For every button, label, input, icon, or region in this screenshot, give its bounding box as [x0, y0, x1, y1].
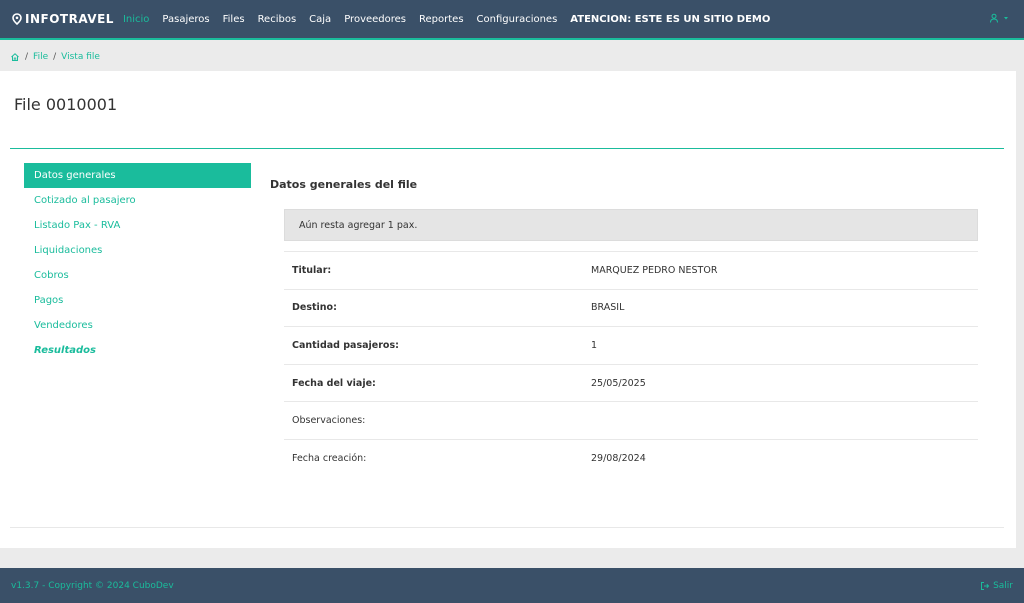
row-value-cantidad-pasajeros: 1	[591, 339, 598, 351]
breadcrumb-separator: /	[53, 51, 57, 62]
table-row: Fecha creación: 29/08/2024	[284, 440, 978, 478]
nav-item-reportes[interactable]: Reportes	[419, 14, 464, 25]
nav-item-inicio[interactable]: Inicio	[123, 14, 149, 25]
nav-item-pasajeros[interactable]: Pasajeros	[162, 14, 209, 25]
table-row: Observaciones:	[284, 402, 978, 440]
table-row: Fecha del viaje: 25/05/2025	[284, 365, 978, 403]
side-item-pagos[interactable]: Pagos	[24, 288, 251, 313]
breadcrumb-separator: /	[25, 51, 29, 62]
footer: v1.3.7 - Copyright © 2024 CuboDev Salir	[0, 568, 1024, 603]
side-item-liquidaciones[interactable]: Liquidaciones	[24, 238, 251, 263]
top-navbar: INFOTRAVEL Inicio Pasajeros Files Recibo…	[0, 0, 1024, 40]
row-label-observaciones: Observaciones:	[292, 415, 366, 427]
demo-warning: ATENCION: ESTE ES UN SITIO DEMO	[570, 13, 771, 25]
card-divider	[10, 527, 1004, 528]
logout-label: Salir	[993, 580, 1013, 591]
nav-item-proveedores[interactable]: Proveedores	[344, 14, 406, 25]
nav-item-configuraciones[interactable]: Configuraciones	[477, 14, 558, 25]
logout-button[interactable]: Salir	[980, 581, 1013, 591]
side-item-resultados[interactable]: Resultados	[24, 338, 251, 363]
title-divider	[10, 148, 1004, 149]
table-row: Titular: MARQUEZ PEDRO NESTOR	[284, 252, 978, 290]
side-item-listado-pax-rva[interactable]: Listado Pax - RVA	[24, 213, 251, 238]
brand-name: INFOTRAVEL	[25, 12, 114, 26]
side-item-cobros[interactable]: Cobros	[24, 263, 251, 288]
home-icon[interactable]	[10, 52, 20, 62]
breadcrumb-item-vista-file[interactable]: Vista file	[61, 52, 100, 62]
row-label-titular: Titular:	[292, 264, 332, 276]
row-value-fecha-viaje: 25/05/2025	[591, 377, 646, 389]
table-row: Cantidad pasajeros: 1	[284, 327, 978, 365]
row-label-fecha-viaje: Fecha del viaje:	[292, 377, 376, 389]
main-card: File 0010001 Datos generales Cotizado al…	[0, 71, 1016, 548]
side-item-datos-generales[interactable]: Datos generales	[24, 163, 251, 188]
nav-item-recibos[interactable]: Recibos	[258, 14, 297, 25]
pending-pax-alert: Aún resta agregar 1 pax.	[284, 209, 978, 241]
nav-item-caja[interactable]: Caja	[309, 14, 331, 25]
location-pin-icon	[12, 13, 22, 25]
row-value-fecha-creacion: 29/08/2024	[591, 453, 646, 465]
row-value-titular: MARQUEZ PEDRO NESTOR	[591, 264, 718, 276]
nav-item-files[interactable]: Files	[223, 14, 245, 25]
file-info-table: Titular: MARQUEZ PEDRO NESTOR Destino: B…	[284, 251, 978, 478]
table-row: Destino: BRASIL	[284, 290, 978, 328]
side-item-vendedores[interactable]: Vendedores	[24, 313, 251, 338]
breadcrumb-item-file[interactable]: File	[33, 52, 48, 62]
brand-logo[interactable]: INFOTRAVEL	[11, 12, 114, 26]
row-label-destino: Destino:	[292, 302, 337, 314]
row-label-fecha-creacion: Fecha creación:	[292, 453, 367, 465]
logout-icon	[981, 581, 990, 590]
side-nav: Datos generales Cotizado al pasajero Lis…	[24, 163, 251, 363]
copyright-text: v1.3.7 - Copyright © 2024 CuboDev	[11, 580, 174, 591]
user-menu[interactable]	[989, 13, 1010, 23]
row-value-destino: BRASIL	[591, 302, 625, 314]
user-icon	[990, 13, 998, 23]
caret-down-icon	[1004, 17, 1008, 20]
page-title: File 0010001	[14, 95, 118, 114]
side-item-cotizado-al-pasajero[interactable]: Cotizado al pasajero	[24, 188, 251, 213]
breadcrumb: / File / Vista file	[0, 42, 1024, 71]
section-title: Datos generales del file	[270, 178, 418, 191]
row-label-cantidad-pasajeros: Cantidad pasajeros:	[292, 339, 399, 351]
